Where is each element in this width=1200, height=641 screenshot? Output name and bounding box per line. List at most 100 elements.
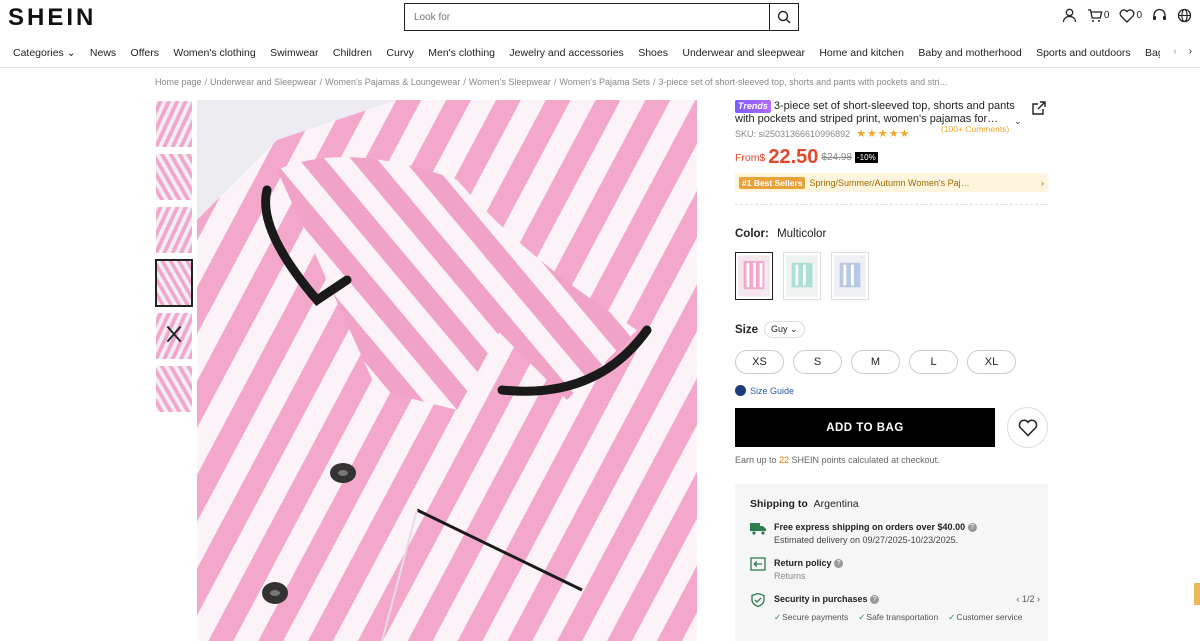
- express-sub: Estimated delivery on 09/27/2025-10/23/2…: [774, 534, 959, 545]
- color-label: Color:: [735, 228, 769, 240]
- nav-item[interactable]: Jewelry and accessories: [509, 47, 623, 59]
- nav-item[interactable]: Shoes: [638, 47, 668, 59]
- thumbnail[interactable]: [155, 365, 193, 413]
- thumbnail[interactable]: [155, 312, 193, 360]
- size-option[interactable]: M: [851, 350, 900, 374]
- points-note: Earn up to 22 SHEIN points calculated at…: [735, 455, 940, 465]
- color-swatch-mint[interactable]: [783, 252, 821, 300]
- color-swatch-blue[interactable]: [831, 252, 869, 300]
- breadcrumb-item[interactable]: Underwear and Sleepwear: [210, 77, 317, 87]
- breadcrumb-item[interactable]: Women's Pajamas & Loungewear: [325, 77, 460, 87]
- nav-item[interactable]: Offers: [131, 47, 159, 59]
- help-icon[interactable]: ?: [967, 523, 977, 533]
- nav-item[interactable]: Men's clothing: [428, 47, 495, 59]
- rating-stars[interactable]: ★★★★★: [856, 127, 910, 140]
- nav-item[interactable]: Children: [333, 47, 372, 59]
- nav-item[interactable]: Categories ⌄: [13, 47, 76, 59]
- help-icon[interactable]: ?: [834, 559, 844, 569]
- side-tab[interactable]: [1194, 583, 1200, 605]
- breadcrumb-item[interactable]: Women's Sleepwear: [469, 77, 551, 87]
- breadcrumb-item[interactable]: Women's Pajama Sets: [559, 77, 650, 87]
- nav-item[interactable]: Home and kitchen: [819, 47, 904, 59]
- language-button[interactable]: [1177, 8, 1192, 23]
- nav-item[interactable]: Sports and outdoors: [1036, 47, 1131, 59]
- thumbnail[interactable]: [155, 206, 193, 254]
- size-option[interactable]: XL: [967, 350, 1016, 374]
- nav-item[interactable]: Underwear and sleepwear: [682, 47, 805, 59]
- support-button[interactable]: [1152, 8, 1167, 23]
- size-label: Size: [735, 323, 759, 336]
- top-bar: SHEIN 0 0: [0, 0, 1200, 38]
- shipping-panel: Shipping to Argentina Free express shipp…: [735, 484, 1048, 641]
- shipping-header[interactable]: Shipping to Argentina: [750, 498, 1033, 510]
- breadcrumb-separator: /: [319, 77, 323, 87]
- breadcrumb: Home page / Underwear and Sleepwear / Women'…: [155, 77, 947, 87]
- search-button[interactable]: [769, 4, 798, 30]
- security-pager[interactable]: ‹ 1/2 ›: [1016, 594, 1040, 604]
- shein-logo[interactable]: SHEIN: [8, 4, 96, 32]
- price-row: From$ 22.50 $24.98 -10%: [735, 146, 1048, 169]
- truck-icon: [750, 523, 766, 535]
- breadcrumb-separator: /: [204, 77, 208, 87]
- add-to-bag-button[interactable]: ADD TO BAG: [735, 408, 995, 447]
- nav-next-icon[interactable]: ›: [1189, 46, 1192, 57]
- nav-item[interactable]: News: [90, 47, 116, 59]
- breadcrumb-item[interactable]: Home page: [155, 77, 202, 87]
- nav-prev-icon[interactable]: ‹: [1173, 46, 1176, 57]
- size-option[interactable]: L: [909, 350, 958, 374]
- search-input[interactable]: [405, 4, 769, 30]
- trends-badge: Trends: [735, 100, 771, 113]
- nav-item[interactable]: Women's clothing: [173, 47, 255, 59]
- breadcrumb-separator: /: [463, 77, 466, 87]
- best-seller-banner[interactable]: #1 Best Sellers Spring/Summer/Autumn Wom…: [735, 173, 1048, 192]
- share-button[interactable]: [1032, 101, 1046, 120]
- size-options: XS S M L XL: [735, 350, 1016, 374]
- breadcrumb-separator: /: [652, 77, 656, 87]
- heart-icon: [1120, 8, 1135, 23]
- cart-count: 0: [1103, 10, 1110, 21]
- best-seller-category: Spring/Summer/Autumn Women's Paj…: [809, 177, 970, 188]
- nav-item[interactable]: Baby and motherhood: [918, 47, 1021, 59]
- color-value: Multicolor: [777, 228, 827, 240]
- shield-icon: [751, 593, 765, 607]
- security-item: Secure payments: [774, 611, 848, 624]
- color-swatches: [735, 252, 869, 300]
- nav-item[interactable]: Curvy: [386, 47, 413, 59]
- thumbnail[interactable]: [155, 153, 193, 201]
- nav-list: Categories ⌄ News Offers Women's clothing Sw…: [0, 38, 1160, 68]
- cart-button[interactable]: 0: [1087, 8, 1110, 23]
- size-label-row: Size Guy ⌄: [735, 321, 805, 338]
- thumbnail[interactable]: [155, 259, 193, 307]
- nav-item[interactable]: Bags and: [1145, 47, 1160, 59]
- security-row: Security in purchases ? Secure paymentsS…: [750, 593, 1033, 623]
- ruler-icon: [735, 385, 746, 396]
- express-shipping-row: Free express shipping on orders over $40…: [750, 521, 1033, 546]
- return-sub[interactable]: Returns: [774, 571, 806, 581]
- thumbnail[interactable]: [155, 100, 193, 148]
- best-seller-badge: #1 Best Sellers: [739, 176, 806, 189]
- divider: [735, 204, 1048, 205]
- add-to-wishlist-button[interactable]: [1007, 407, 1048, 448]
- size-guide-link[interactable]: Size Guide: [735, 385, 794, 396]
- points-value: 22: [779, 455, 790, 465]
- color-swatch-pink[interactable]: [735, 252, 773, 300]
- comments-link[interactable]: (100+ Comments): [941, 124, 1009, 134]
- title-expand-icon[interactable]: ⌄: [1014, 116, 1022, 127]
- main-product-image[interactable]: [197, 100, 697, 641]
- product-info-panel: Trends 3-piece set of short-sleeved top,…: [735, 100, 1048, 205]
- help-icon[interactable]: ?: [870, 595, 880, 605]
- size-guide-text: Size Guide: [750, 385, 795, 396]
- user-icon: [1062, 8, 1077, 23]
- thumbnail-strip: [155, 100, 193, 418]
- size-system-dropdown[interactable]: Guy ⌄: [764, 321, 805, 338]
- wishlist-button[interactable]: 0: [1119, 8, 1142, 23]
- shipping-country: Argentina: [813, 498, 859, 510]
- return-title: Return policy: [774, 558, 832, 568]
- return-policy-row: Return policy ? Returns: [750, 557, 1033, 582]
- discount-badge: -10%: [855, 152, 878, 163]
- product-title: Trends 3-piece set of short-sleeved top,…: [735, 100, 1048, 125]
- size-option[interactable]: S: [793, 350, 842, 374]
- size-option[interactable]: XS: [735, 350, 784, 374]
- nav-item[interactable]: Swimwear: [270, 47, 318, 59]
- account-button[interactable]: [1062, 8, 1077, 23]
